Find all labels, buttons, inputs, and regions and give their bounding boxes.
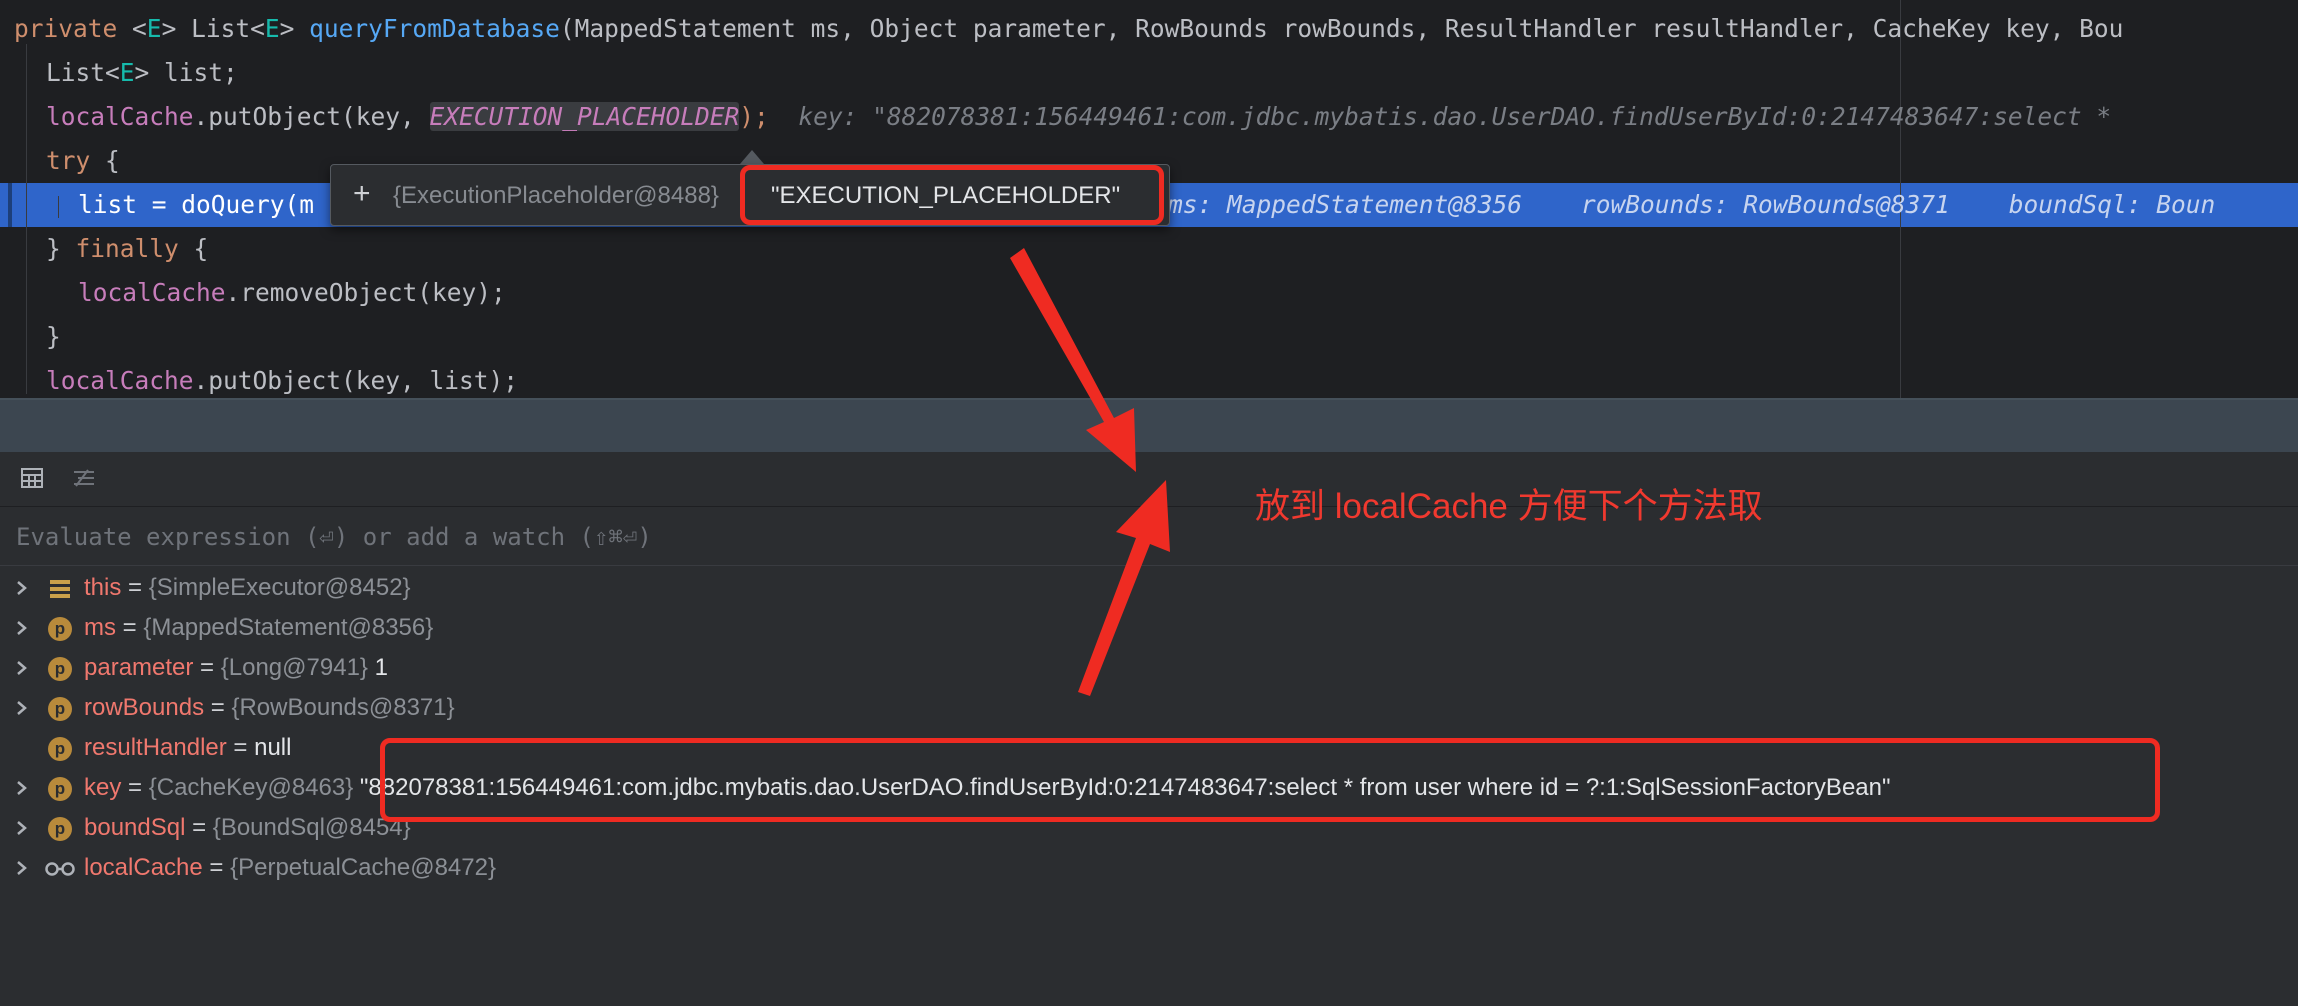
expand-plus-icon[interactable]: +: [353, 179, 371, 209]
indent-guide: [26, 44, 27, 394]
annotation-label: 放到 localCache 方便下个方法取: [1255, 487, 1763, 526]
parameter-icon: p: [48, 697, 72, 721]
variable-value: 1: [367, 654, 388, 681]
inline-value-hint: key: "882078381:156449461:com.jdbc.mybat…: [798, 102, 2126, 131]
parameter-icon: p: [48, 817, 72, 841]
chevron-right-icon[interactable]: [14, 568, 30, 608]
variable-object: {CacheKey@8463}: [148, 774, 354, 801]
code-line-9[interactable]: localCache.putObject(key, list);: [46, 359, 518, 398]
code-line-5[interactable]: list = doQuery(m: [78, 183, 314, 227]
code-line-5-hints: ms: MappedStatement@8356 rowBounds: RowB…: [1168, 183, 2215, 227]
watch-glasses-icon: [45, 862, 75, 876]
variable-object: {PerpetualCache@8472}: [230, 854, 496, 881]
variable-name: ms: [84, 614, 116, 641]
indent-guide: [58, 196, 59, 218]
evaluate-expression-input[interactable]: [14, 517, 2218, 557]
chevron-right-icon[interactable]: [14, 808, 30, 848]
debugger-toolbar: [0, 452, 2298, 507]
keyword: private: [14, 14, 118, 43]
popup-object-ref: {ExecutionPlaceholder@8488}: [393, 182, 719, 209]
evaluate-expression-bar: [0, 507, 2298, 566]
code-line-7[interactable]: localCache.removeObject(key);: [78, 271, 506, 315]
code-line-4[interactable]: try {: [46, 139, 120, 183]
execution-point-marker: [8, 183, 12, 227]
method-name: queryFromDatabase: [309, 14, 560, 43]
variable-object: {BoundSql@8454}: [212, 814, 411, 841]
variable-object: {SimpleExecutor@8452}: [148, 574, 411, 601]
parameter-icon: p: [48, 617, 72, 641]
code-line-3[interactable]: localCache.putObject(key, EXECUTION_PLAC…: [46, 95, 2126, 139]
field-stack-icon: [50, 580, 70, 598]
inline-value-hint: ms: MappedStatement@8356 rowBounds: RowB…: [1168, 190, 2216, 219]
key-value-highlight-box: [380, 738, 2160, 822]
method-params: (MappedStatement ms, Object parameter, R…: [559, 14, 2124, 43]
variable-name: rowBounds: [84, 694, 205, 721]
parameter-icon: p: [48, 777, 72, 801]
variable-row-this[interactable]: this = {SimpleExecutor@8452}: [0, 568, 2298, 608]
variable-row-parameter[interactable]: p parameter = {Long@7941} 1: [0, 648, 2298, 688]
chevron-right-icon[interactable]: [14, 688, 30, 728]
panel-splitter[interactable]: [0, 398, 2298, 452]
variable-name: parameter: [84, 654, 194, 681]
variable-value: null: [254, 734, 292, 761]
chevron-right-icon[interactable]: [14, 608, 30, 648]
variable-row-ms[interactable]: p ms = {MappedStatement@8356}: [0, 608, 2298, 648]
table-view-icon[interactable]: [20, 466, 44, 490]
chevron-right-icon[interactable]: [14, 848, 30, 888]
variable-name: boundSql: [84, 814, 186, 841]
chevron-right-icon[interactable]: [14, 768, 30, 808]
field-ref: localCache: [46, 102, 194, 131]
popup-pointer: [740, 150, 764, 164]
variable-name: key: [84, 774, 122, 801]
code-line-2[interactable]: List<E> list;: [46, 51, 238, 95]
chevron-right-icon[interactable]: [14, 648, 30, 688]
variable-name: this: [84, 574, 122, 601]
variable-object: {RowBounds@8371}: [231, 694, 455, 721]
list-settings-icon[interactable]: [72, 466, 96, 490]
parameter-icon: p: [48, 737, 72, 761]
variable-row-localcache[interactable]: localCache = {PerpetualCache@8472}: [0, 848, 2298, 888]
variable-object: {MappedStatement@8356}: [143, 614, 434, 641]
parameter-icon: p: [48, 657, 72, 681]
variable-name: resultHandler: [84, 734, 227, 761]
constant-ref[interactable]: EXECUTION_PLACEHOLDER: [429, 102, 740, 131]
variable-object: {Long@7941}: [220, 654, 368, 681]
code-line-8[interactable]: }: [46, 315, 61, 359]
popup-value-highlight-box: [740, 165, 1164, 225]
variable-row-rowbounds[interactable]: p rowBounds = {RowBounds@8371}: [0, 688, 2298, 728]
code-line-6[interactable]: } finally {: [46, 227, 208, 271]
code-line-1[interactable]: private <E> List<E> queryFromDatabase(Ma…: [14, 7, 2123, 51]
variable-name: localCache: [84, 854, 203, 881]
